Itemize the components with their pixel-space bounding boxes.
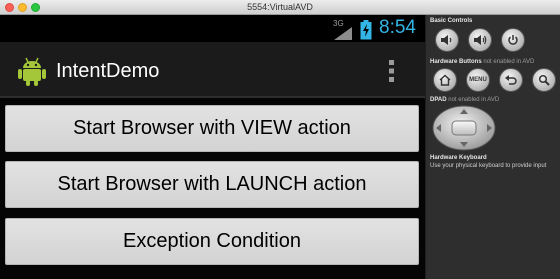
hardware-keyboard-hint: Use your physical keyboard to provide in… xyxy=(430,163,547,169)
volume-down-icon xyxy=(441,35,452,45)
power-icon xyxy=(508,35,518,45)
android-robot-icon xyxy=(18,57,46,86)
hardware-keyboard-label: Hardware Keyboard xyxy=(430,155,487,161)
volume-up-icon xyxy=(474,35,487,45)
window-title: 5554:VirtualAVD xyxy=(247,2,313,12)
window-title-bar: 5554:VirtualAVD xyxy=(0,0,560,15)
minimize-window-button[interactable] xyxy=(18,3,27,12)
basic-controls-label: Basic Controls xyxy=(430,18,473,24)
device-screen: 3G 8:54 IntentDemo Start Browser with VI… xyxy=(0,15,425,279)
exception-condition-button[interactable]: Exception Condition xyxy=(5,218,419,265)
status-clock: 8:54 xyxy=(379,17,416,38)
search-button[interactable] xyxy=(532,68,556,92)
zoom-window-button[interactable] xyxy=(31,3,40,12)
dpad-control[interactable] xyxy=(432,105,496,151)
action-bar: IntentDemo xyxy=(0,42,425,98)
battery-charging-icon xyxy=(360,20,372,40)
search-icon xyxy=(538,74,550,86)
app-title: IntentDemo xyxy=(56,60,160,82)
signal-bars-icon xyxy=(334,27,352,40)
start-browser-launch-button[interactable]: Start Browser with LAUNCH action xyxy=(5,161,419,208)
home-icon xyxy=(439,74,451,86)
close-window-button[interactable] xyxy=(5,3,14,12)
emulator-controls-panel: Basic Controls Hardware Buttons not enab… xyxy=(425,15,560,279)
emulator-window: 5554:VirtualAVD 3G 8:54 IntentDemo Start… xyxy=(0,0,560,279)
back-arrow-icon xyxy=(505,75,517,85)
volume-down-button[interactable] xyxy=(435,28,459,52)
volume-up-button[interactable] xyxy=(468,28,492,52)
hardware-buttons-label: Hardware Buttons not enabled in AVD xyxy=(430,59,534,65)
start-browser-view-button[interactable]: Start Browser with VIEW action xyxy=(5,105,419,152)
menu-button-label: MENU xyxy=(469,77,487,83)
power-button[interactable] xyxy=(501,28,525,52)
hardware-buttons-note: not enabled in AVD xyxy=(483,59,535,65)
home-button[interactable] xyxy=(433,68,457,92)
dpad-label: DPAD not enabled in AVD xyxy=(430,97,499,103)
back-button[interactable] xyxy=(499,68,523,92)
overflow-menu-icon[interactable] xyxy=(388,59,396,83)
dpad-note: not enabled in AVD xyxy=(448,97,500,103)
menu-button[interactable]: MENU xyxy=(466,68,490,92)
hardware-buttons-title: Hardware Buttons xyxy=(430,59,482,65)
status-bar: 3G 8:54 xyxy=(0,15,425,42)
dpad-title: DPAD xyxy=(430,97,447,103)
